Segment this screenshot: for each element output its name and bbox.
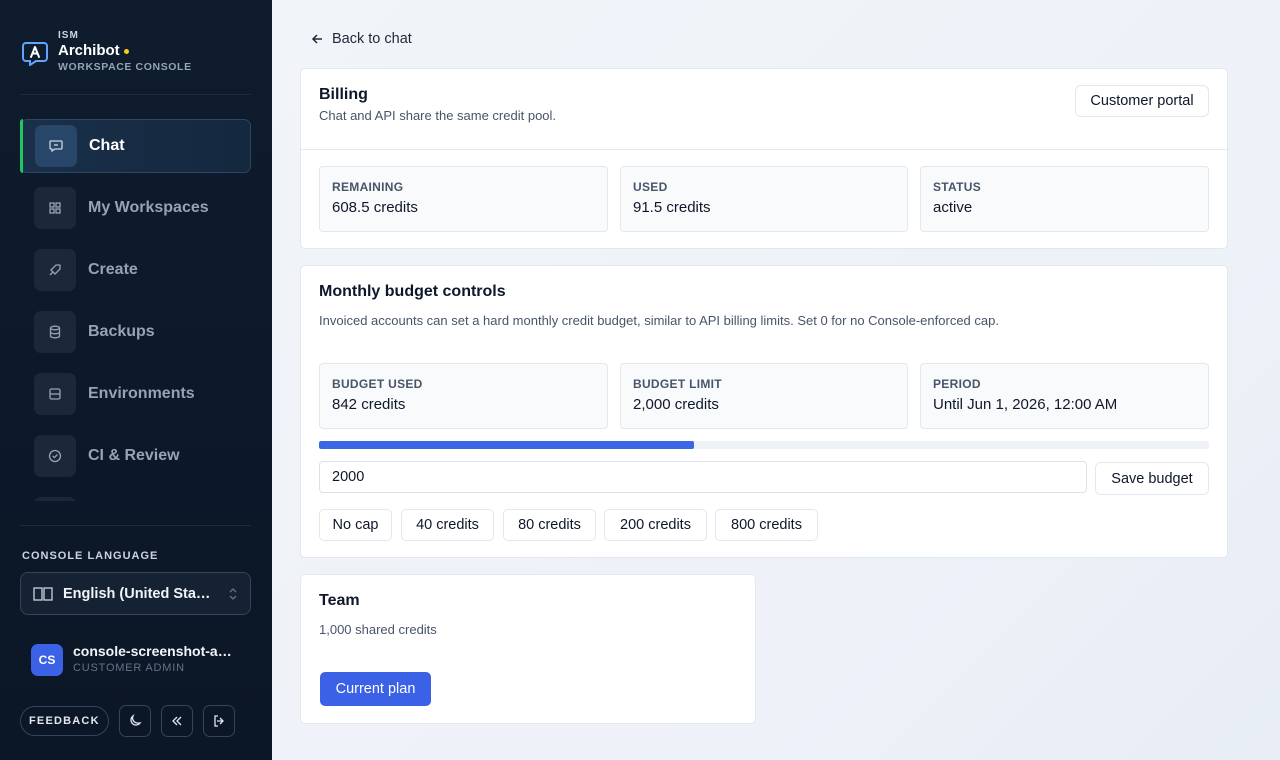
sidebar-item-label: My Workspaces bbox=[88, 199, 209, 216]
stat-value: 2,000 credits bbox=[633, 396, 719, 413]
preset-800-credits[interactable]: 800 credits bbox=[715, 509, 818, 541]
sidebar-item-label: CI & Review bbox=[88, 447, 180, 464]
stat-value: active bbox=[933, 199, 973, 216]
divider bbox=[20, 94, 251, 95]
chevrons-left-icon bbox=[171, 716, 182, 726]
sidebar-item-backups[interactable]: Backups bbox=[20, 305, 251, 359]
sidebar-item-chat[interactable]: Chat bbox=[20, 119, 251, 173]
database-icon bbox=[34, 311, 76, 353]
logout-icon bbox=[214, 715, 224, 727]
period-stat: PERIOD Until Jun 1, 2026, 12:00 AM bbox=[920, 363, 1209, 429]
rocket-icon bbox=[34, 249, 76, 291]
stat-label: BUDGET LIMIT bbox=[633, 377, 722, 391]
logout-button[interactable] bbox=[202, 705, 235, 737]
preset-80-credits[interactable]: 80 credits bbox=[503, 509, 596, 541]
sidebar-item-ci-review[interactable]: CI & Review bbox=[20, 429, 251, 483]
customer-portal-button[interactable]: Customer portal bbox=[1075, 85, 1209, 117]
more-icon bbox=[34, 497, 76, 501]
chevron-up-down-icon bbox=[229, 587, 237, 600]
sidebar-footer: FEEDBACK bbox=[20, 705, 235, 737]
sidebar-nav: Chat My Workspaces Create Backups Enviro… bbox=[20, 119, 251, 501]
budget-limit-stat: BUDGET LIMIT 2,000 credits bbox=[620, 363, 908, 429]
divider bbox=[301, 149, 1227, 150]
preset-no-cap[interactable]: No cap bbox=[319, 509, 392, 541]
chat-icon bbox=[35, 125, 77, 167]
divider bbox=[20, 525, 251, 526]
budget-progress-fill bbox=[319, 441, 694, 449]
budget-input[interactable] bbox=[319, 461, 1087, 493]
sidebar-item-more[interactable] bbox=[20, 491, 251, 501]
arrow-left-icon bbox=[311, 34, 322, 44]
user-name: console-screenshot-admin bbox=[73, 643, 238, 659]
feedback-button[interactable]: FEEDBACK bbox=[20, 706, 109, 736]
language-value: English (United States) bbox=[63, 585, 213, 602]
team-title: Team bbox=[319, 592, 360, 609]
save-budget-button[interactable]: Save budget bbox=[1095, 462, 1209, 495]
stat-value: 608.5 credits bbox=[332, 199, 418, 216]
brand-name: Archibot bbox=[58, 42, 192, 60]
brand-org: ISM bbox=[58, 30, 79, 41]
current-plan-button[interactable]: Current plan bbox=[320, 672, 431, 706]
stat-value: 91.5 credits bbox=[633, 199, 711, 216]
archibot-logo-icon bbox=[22, 42, 48, 66]
sidebar-item-create[interactable]: Create bbox=[20, 243, 251, 297]
budget-card: Monthly budget controls Invoiced account… bbox=[300, 265, 1228, 558]
main-content: Back to chat Billing Chat and API share … bbox=[272, 0, 1280, 760]
used-stat: USED 91.5 credits bbox=[620, 166, 908, 232]
back-to-chat-link[interactable]: Back to chat bbox=[310, 31, 412, 47]
billing-card: Billing Chat and API share the same cred… bbox=[300, 68, 1228, 249]
user-role: CUSTOMER ADMIN bbox=[73, 662, 185, 674]
theme-toggle-button[interactable] bbox=[118, 705, 151, 737]
status-dot bbox=[123, 48, 129, 54]
language-heading: CONSOLE LANGUAGE bbox=[22, 550, 159, 562]
moon-icon bbox=[130, 714, 142, 726]
preset-40-credits[interactable]: 40 credits bbox=[401, 509, 494, 541]
budget-used-stat: BUDGET USED 842 credits bbox=[319, 363, 608, 429]
collapse-sidebar-button[interactable] bbox=[160, 705, 193, 737]
stat-label: BUDGET USED bbox=[332, 377, 423, 391]
billing-description: Chat and API share the same credit pool. bbox=[319, 108, 557, 123]
remaining-stat: REMAINING 608.5 credits bbox=[319, 166, 608, 232]
user-profile[interactable]: CS console-screenshot-admin CUSTOMER ADM… bbox=[31, 643, 238, 676]
brand[interactable]: ISM Archibot WORKSPACE CONSOLE bbox=[22, 30, 192, 74]
sidebar-item-my-workspaces[interactable]: My Workspaces bbox=[20, 181, 251, 235]
team-description: 1,000 shared credits bbox=[319, 622, 437, 637]
workspaces-icon bbox=[34, 187, 76, 229]
sidebar: ISM Archibot WORKSPACE CONSOLE Chat My W… bbox=[0, 0, 272, 760]
budget-title: Monthly budget controls bbox=[319, 283, 506, 300]
sidebar-item-label: Create bbox=[88, 261, 138, 278]
stat-label: REMAINING bbox=[332, 180, 404, 194]
team-card: Team 1,000 shared credits Current plan bbox=[300, 574, 756, 724]
language-select[interactable]: English (United States) bbox=[20, 572, 251, 615]
stat-label: USED bbox=[633, 180, 668, 194]
check-circle-icon bbox=[34, 435, 76, 477]
avatar: CS bbox=[31, 643, 63, 676]
sidebar-item-label: Environments bbox=[88, 385, 195, 402]
preset-200-credits[interactable]: 200 credits bbox=[604, 509, 707, 541]
stat-value: 842 credits bbox=[332, 396, 406, 413]
stat-value: Until Jun 1, 2026, 12:00 AM bbox=[933, 396, 1118, 413]
stat-label: PERIOD bbox=[933, 377, 981, 391]
billing-title: Billing bbox=[319, 86, 368, 103]
sidebar-item-label: Backups bbox=[88, 323, 155, 340]
budget-description: Invoiced accounts can set a hard monthly… bbox=[319, 313, 999, 328]
budget-progress-bar bbox=[319, 441, 1209, 449]
book-icon bbox=[33, 586, 53, 601]
status-stat: STATUS active bbox=[920, 166, 1209, 232]
sidebar-item-environments[interactable]: Environments bbox=[20, 367, 251, 421]
stat-label: STATUS bbox=[933, 180, 982, 194]
sidebar-item-label: Chat bbox=[89, 137, 125, 154]
server-icon bbox=[34, 373, 76, 415]
brand-subtitle: WORKSPACE CONSOLE bbox=[58, 61, 192, 73]
